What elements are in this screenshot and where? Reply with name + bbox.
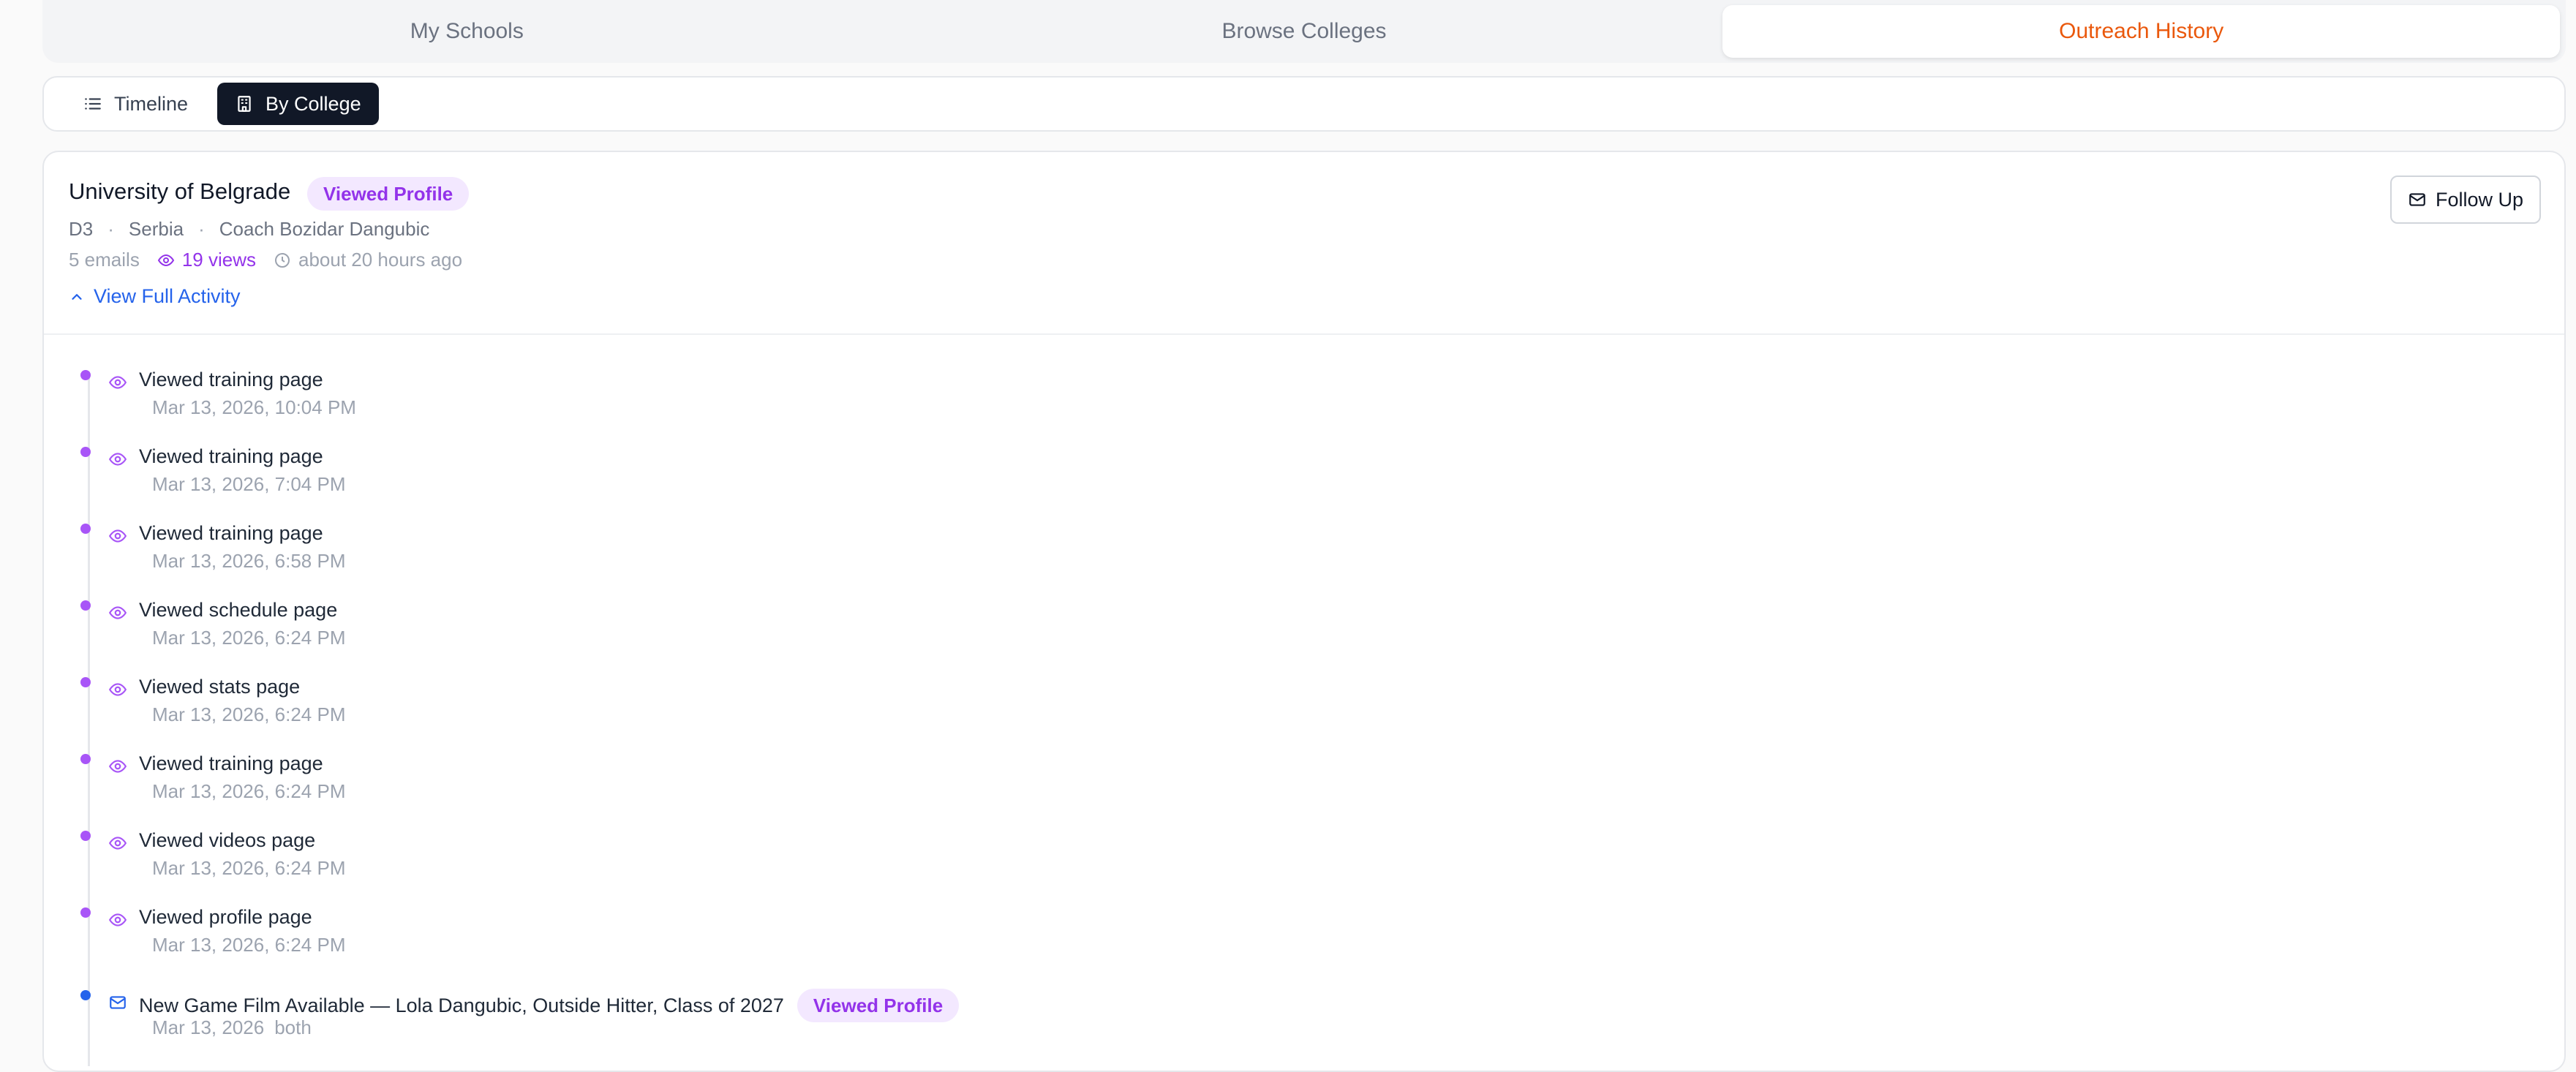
activity-title: Viewed training page [139,522,323,545]
timeline-view-item: Viewed profile page Mar 13, 2026, 6:24 PM [44,903,2564,976]
timeline-dot [80,677,91,687]
activity-date: Mar 13, 2026, 6:24 PM [152,780,345,803]
timeline-dot [80,990,91,1000]
activity-title: Viewed stats page [139,676,300,698]
last-activity: about 20 hours ago [274,249,462,271]
activity-title: Viewed schedule page [139,599,337,622]
mail-icon [110,996,126,1009]
college-coach: Coach Bozidar Dangubic [219,218,430,240]
follow-up-button[interactable]: Follow Up [2389,175,2541,224]
separator-dot: · [198,218,205,240]
timeline-dot [80,754,91,764]
separator-dot: · [108,218,114,240]
college-country: Serbia [128,218,184,240]
tab-my-schools[interactable]: My Schools [48,5,886,58]
activity-date: Mar 13, 2026, 6:24 PM [152,857,345,880]
activity-date: Mar 13, 2026, 7:04 PM [152,473,345,496]
list-icon [85,98,101,110]
activity-date: Mar 13, 2026 both [152,1016,312,1039]
activity-title-text: Viewed training page [139,369,323,390]
college-division: D3 [69,218,94,240]
timeline-dot [80,447,91,457]
timeline-view-item: Viewed videos page Mar 13, 2026, 6:24 PM [44,826,2564,899]
timeline-dot [80,370,91,380]
mail-icon [2409,193,2425,206]
activity-title: Viewed profile page [139,906,312,929]
activity-date-text: Mar 13, 2026, 6:24 PM [152,857,346,879]
eye-icon [108,529,127,543]
email-count: 5 emails [69,249,140,271]
eye-icon [108,760,127,773]
activity-date: Mar 13, 2026, 6:58 PM [152,550,345,573]
activity-title-text: Viewed stats page [139,676,301,698]
view-full-activity-link[interactable]: View Full Activity [69,285,241,308]
by-college-view-button[interactable]: By College [217,83,379,125]
activity-title: Viewed training page [139,752,323,775]
top-tab-bar: My Schools Browse Colleges Outreach Hist… [42,0,2566,63]
chevron-up-icon [72,293,82,300]
eye-icon [108,606,127,619]
eye-icon [108,453,127,466]
view-toggle-bar: Timeline By College [42,76,2566,132]
activity-title-text: Viewed training page [139,445,323,467]
status-badge: Viewed Profile [796,989,960,1022]
eye-icon [108,837,127,850]
activity-date-text: Mar 13, 2026 [152,1016,265,1038]
by-college-view-label: By College [265,92,361,115]
college-meta: D3 · Serbia · Coach Bozidar Dangubic [69,218,429,241]
activity-title-text: Viewed schedule page [139,599,338,621]
activity-date-text: Mar 13, 2026, 6:58 PM [152,550,346,572]
timeline-email-item: New Game Film Available — Lola Dangubic,… [44,986,2564,1059]
timeline-view-button[interactable]: Timeline [66,83,206,125]
view-full-activity-label: View Full Activity [94,285,241,307]
timeline-view-item: Viewed training page Mar 13, 2026, 6:24 P… [44,750,2564,823]
status-badge: Viewed Profile [307,177,470,211]
college-name: University of Belgrade [69,178,291,204]
activity-date-text: Mar 13, 2026, 10:04 PM [152,396,356,418]
timeline-view-item: Viewed training page Mar 13, 2026, 6:58 P… [44,519,2564,592]
follow-up-label: Follow Up [2435,188,2523,211]
activity-title: Viewed videos page [139,829,315,852]
timeline-view-item: Viewed stats page Mar 13, 2026, 6:24 PM [44,673,2564,746]
clock-icon [274,252,290,268]
activity-title-text: Viewed videos page [139,829,316,851]
timeline-view-item: Viewed training page Mar 13, 2026, 7:04 P… [44,442,2564,516]
tab-browse-colleges[interactable]: Browse Colleges [886,5,1723,58]
activity-title-text: Viewed training page [139,752,323,774]
activity-date: Mar 13, 2026, 6:24 PM [152,627,345,649]
college-activity-card: University of Belgrade Viewed Profile D3… [42,151,2566,1072]
eye-icon [157,254,174,266]
activity-title-text: New Game Film Available — Lola Dangubic,… [139,994,784,1016]
activity-date-text: Mar 13, 2026, 6:24 PM [152,703,346,725]
timeline-dot [80,831,91,841]
eye-icon [108,913,127,926]
activity-date: Mar 13, 2026, 6:24 PM [152,934,345,956]
building-icon [238,96,251,112]
activity-date-text: Mar 13, 2026, 6:24 PM [152,627,346,649]
activity-title: Viewed training page [139,445,323,468]
view-count-label: 19 views [181,249,256,271]
activity-date-text: Mar 13, 2026, 6:24 PM [152,934,346,956]
view-count: 19 views [157,249,256,271]
activity-title-text: Viewed profile page [139,906,312,928]
college-stats: 5 emails 19 views about 20 hours ago [69,249,462,271]
activity-date-text: Mar 13, 2026, 7:04 PM [152,473,346,495]
activity-date: Mar 13, 2026, 10:04 PM [152,396,356,419]
activity-date: Mar 13, 2026, 6:24 PM [152,703,345,726]
timeline-dot [80,907,91,918]
timeline-view-item: Viewed schedule page Mar 13, 2026, 6:24 P… [44,596,2564,669]
email-recipient-type: both [274,1016,312,1038]
timeline-dot [80,600,91,611]
college-card-header: University of Belgrade Viewed Profile D3… [44,152,2564,335]
activity-date-text: Mar 13, 2026, 6:24 PM [152,780,346,802]
eye-icon [108,683,127,696]
timeline-view-item: Viewed training page Mar 13, 2026, 10:04 … [44,366,2564,439]
eye-icon [108,376,127,389]
last-activity-label: about 20 hours ago [298,249,463,271]
activity-title: Viewed training page [139,369,323,391]
timeline-view-label: Timeline [114,92,189,115]
tab-outreach-history[interactable]: Outreach History [1722,5,2561,58]
activity-title-text: Viewed training page [139,522,323,544]
timeline-dot [80,524,91,534]
